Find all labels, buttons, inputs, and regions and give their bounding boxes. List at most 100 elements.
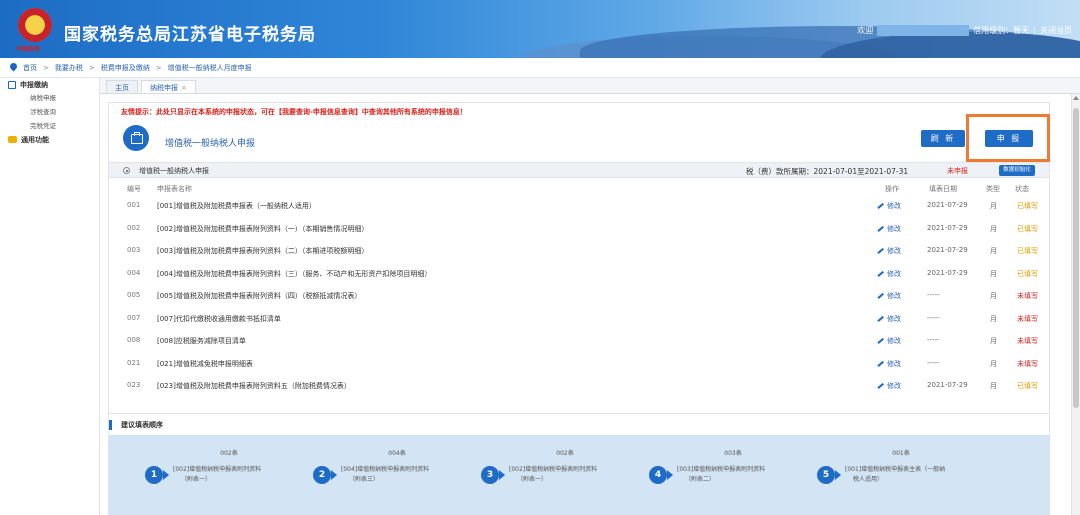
filing-panel: 友情提示：此处只显示在本系统的申报状态，可在【我要查询-申报信息查询】中查询其他… xyxy=(108,102,1050,515)
edit-link[interactable]: 修改 xyxy=(877,246,901,256)
row-type: 月 xyxy=(990,247,997,255)
edit-label: 修改 xyxy=(887,382,901,390)
scroll-thumb[interactable] xyxy=(1073,108,1079,408)
pencil-icon xyxy=(877,270,884,277)
tab-tax-filing[interactable]: 纳税申报 × xyxy=(141,80,196,93)
row-type: 月 xyxy=(990,292,997,300)
table-row: 007 [007]代扣代缴税收通用缴款书抵扣清单 修改 ----- 月 未填写 xyxy=(109,307,1049,330)
row-date: ----- xyxy=(927,313,940,322)
notice-text: 友情提示：此处只显示在本系统的申报状态，可在【我要查询-申报信息查询】中查询其他… xyxy=(121,108,467,116)
arrow-right-icon xyxy=(499,470,505,480)
order-step: 003表 4 [003]增值税纳税申报表附列资料 （附表二） xyxy=(643,445,803,505)
step-desc-sub: （附表三） xyxy=(349,476,380,483)
edit-link[interactable]: 修改 xyxy=(877,269,901,279)
edit-label: 修改 xyxy=(887,359,901,368)
row-type: 月 xyxy=(990,224,997,233)
table-row: 004 [004]增值税及附加税费申报表附列资料（三）（服务、不动产和无形资产扣除… xyxy=(109,262,1049,285)
tab-label: 主页 xyxy=(115,84,129,92)
row-form-name: [001]增值税及附加税费申报表（一般纳税人适用） xyxy=(157,202,316,210)
step-desc-sub: 税人适用） xyxy=(853,476,884,483)
sidebar-group-filing[interactable]: 申报缴纳 xyxy=(0,78,99,91)
step-number: 3 xyxy=(481,466,499,484)
row-no: 008 xyxy=(127,336,141,344)
edit-link[interactable]: 修改 xyxy=(877,201,901,211)
refresh-button[interactable]: 刷 新 xyxy=(921,130,965,147)
header-date: 填表日期 xyxy=(929,185,957,193)
row-no: 001 xyxy=(127,201,141,209)
pencil-icon xyxy=(877,248,884,254)
edit-link[interactable]: 修改 xyxy=(877,381,901,391)
arrow-right-icon xyxy=(835,470,841,480)
row-no: 023 xyxy=(127,381,141,389)
pencil-icon xyxy=(877,360,884,367)
edit-link[interactable]: 修改 xyxy=(877,291,901,301)
table-body: 001 [001]增值税及附加税费申报表（一般纳税人适用） 修改 2021-07-29… xyxy=(109,194,1049,397)
sidebar-group-label: 申报缴纳 xyxy=(20,80,48,89)
row-no: 021 xyxy=(127,358,141,367)
user-name-masked xyxy=(877,25,970,36)
sidebar-item-tax-receipt[interactable]: 完税凭证 xyxy=(0,119,99,133)
step-number: 4 xyxy=(649,466,667,484)
breadcrumb: 首页 > 我要办税 > 税费申报及缴纳 > 增值税一般纳税人月度申报 xyxy=(0,58,1080,78)
briefcase-icon xyxy=(123,125,149,151)
data-init-button[interactable]: 数据初始化 xyxy=(999,165,1035,176)
row-form-name: [008]应税服务减除项目清单 xyxy=(157,337,246,345)
step-desc: [003]增值税纳税申报表附列资料 xyxy=(677,466,766,473)
row-form-name: [021]增值税减免税申报明细表 xyxy=(157,359,253,368)
header-status: 状态 xyxy=(1015,185,1029,193)
table-row: 021 [021]增值税减免税申报明细表 修改 ----- 月 未填写 xyxy=(109,352,1049,375)
pencil-icon xyxy=(877,225,884,232)
filing-summary-bar: 增值税一般纳税人申报 税（费）款所属期：2021-07-01至2021-07-3… xyxy=(109,162,1049,178)
edit-link[interactable]: 修改 xyxy=(877,359,901,369)
scroll-up-icon[interactable] xyxy=(1073,96,1079,100)
row-no: 004 xyxy=(127,268,141,277)
row-form-name: [007]代扣代缴税收通用缴款书抵扣清单 xyxy=(157,314,281,323)
sidebar-item-tax-query[interactable]: 涉税查询 xyxy=(0,105,99,119)
arrow-right-icon xyxy=(331,470,337,480)
edit-label: 修改 xyxy=(887,247,901,255)
row-status: 未填写 xyxy=(1017,337,1038,345)
table-row: 003 [003]增值税及附加税费申报表附列资料（二）（本期进项税额明细） 修改 20… xyxy=(109,239,1049,262)
edit-label: 修改 xyxy=(887,314,901,323)
breadcrumb-home[interactable]: 首页 xyxy=(23,63,37,73)
pencil-icon xyxy=(877,203,884,209)
sidebar-item-tax-filing[interactable]: 纳税申报 xyxy=(0,91,99,105)
close-tab-icon[interactable]: × xyxy=(181,84,187,92)
vertical-scrollbar[interactable] xyxy=(1071,94,1080,515)
step-form-code: 002表 xyxy=(220,450,238,457)
row-status: 已填写 xyxy=(1017,224,1038,233)
row-type: 月 xyxy=(990,337,997,345)
site-title: 国家税务总局江苏省电子税务局 xyxy=(64,25,316,45)
arrow-right-icon xyxy=(667,470,673,480)
sidebar-group-label: 通用功能 xyxy=(21,135,49,144)
credit-level: 信用级别：暂无 xyxy=(973,26,1030,35)
row-status: 未填写 xyxy=(1017,314,1038,323)
radio-selected[interactable] xyxy=(123,167,130,174)
step-form-code: 003表 xyxy=(724,450,742,457)
edit-link[interactable]: 修改 xyxy=(877,314,901,324)
step-desc: [001]增值税纳税申报表主表（一般纳 xyxy=(845,466,946,473)
sidebar-group-common[interactable]: 通用功能 xyxy=(0,133,99,146)
row-status: 已填写 xyxy=(1017,269,1038,278)
edit-link[interactable]: 修改 xyxy=(877,224,901,234)
table-row: 005 [005]增值税及附加税费申报表附列资料（四）（税额抵减情况表） 修改 ---… xyxy=(109,284,1049,307)
tab-label: 纳税申报 xyxy=(150,84,178,92)
tax-period: 税（费）款所属期：2021-07-01至2021-07-31 xyxy=(746,167,909,176)
site-header: 中国税务 国家税务总局江苏省电子税务局 欢迎 信用级别：暂无 | 关闭当页 xyxy=(0,0,1080,58)
header-name: 申报表名称 xyxy=(157,185,192,193)
row-date: ----- xyxy=(927,291,940,299)
breadcrumb-item[interactable]: 税费申报及缴纳 xyxy=(101,63,150,73)
breadcrumb-item[interactable]: 我要办税 xyxy=(55,63,83,73)
step-number: 5 xyxy=(817,466,835,484)
step-desc: [004]增值税纳税申报表附列资料 xyxy=(341,466,430,473)
row-type: 月 xyxy=(990,359,997,368)
edit-link[interactable]: 修改 xyxy=(877,336,901,346)
close-page-link[interactable]: 关闭当页 xyxy=(1040,25,1072,36)
row-date: 2021-07-29 xyxy=(927,381,968,389)
row-date: ----- xyxy=(927,336,940,344)
pencil-icon xyxy=(877,383,884,389)
breadcrumb-separator: > xyxy=(155,63,162,72)
tab-home[interactable]: 主页 xyxy=(106,80,138,93)
header-type: 类型 xyxy=(986,185,1000,193)
breadcrumb-separator: > xyxy=(88,63,95,72)
